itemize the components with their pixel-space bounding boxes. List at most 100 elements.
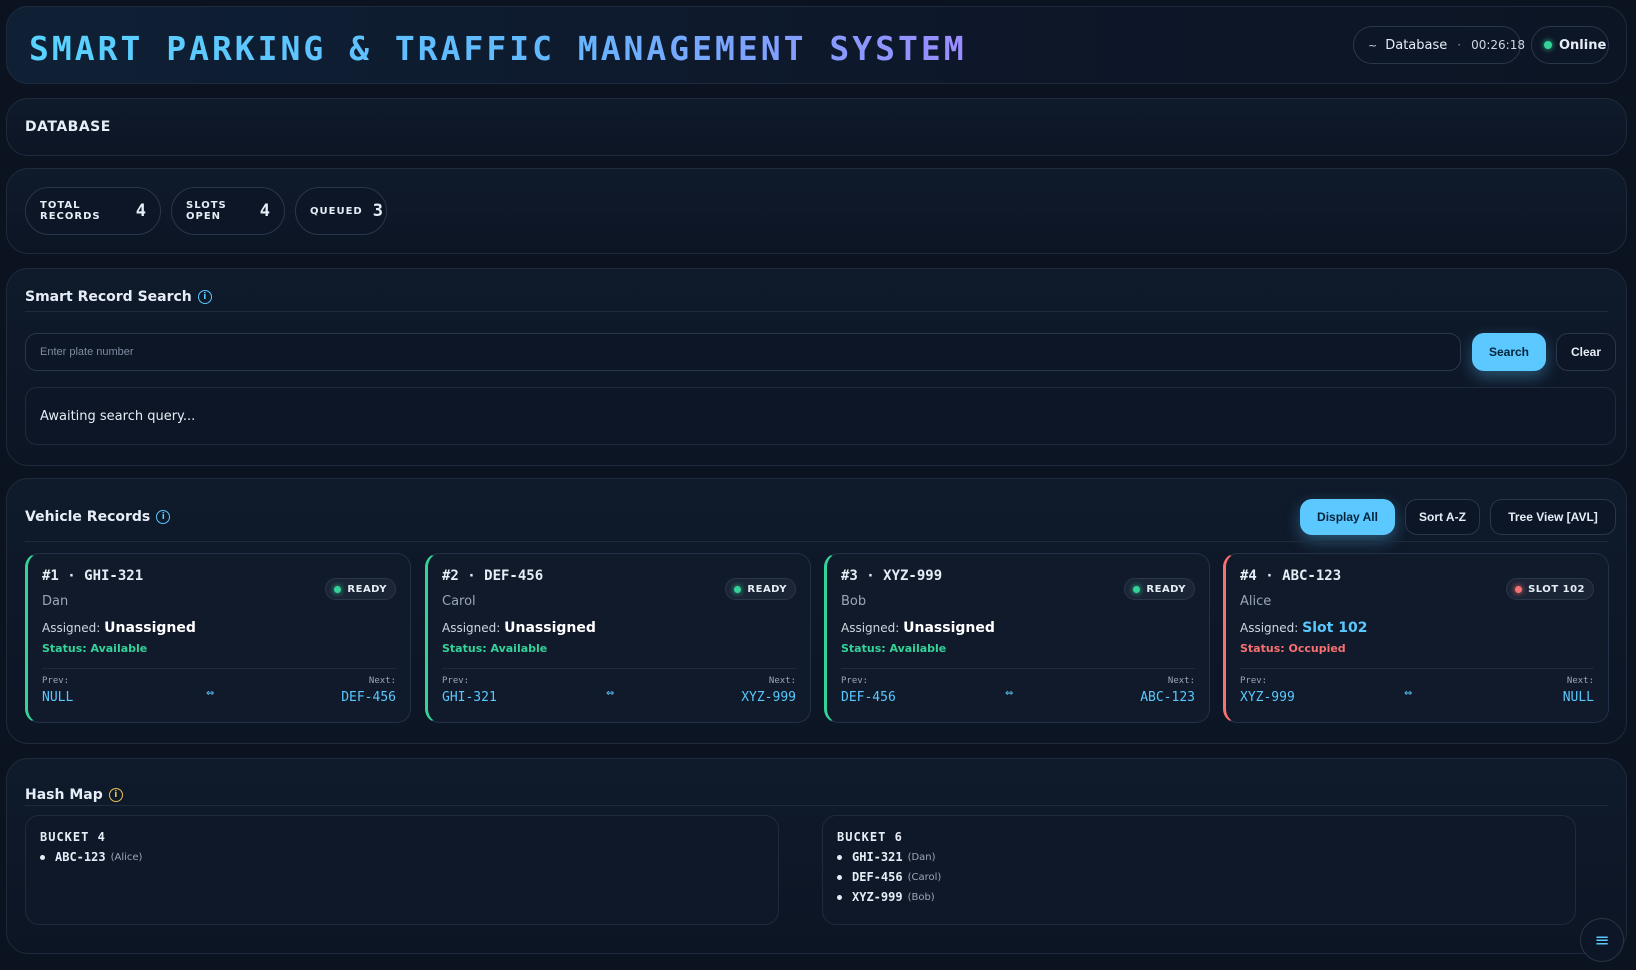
bucket-item: ABC-123 (Alice) [40, 850, 764, 864]
owner-name: Dan [42, 594, 69, 609]
database-pill[interactable]: ~ Database · 00:26:18 [1353, 26, 1525, 64]
bucket-item: DEF-456 (Carol) [837, 870, 1561, 884]
database-panel: DATABASE [6, 98, 1627, 156]
assigned-info: Assigned: Slot 102 [1240, 620, 1367, 636]
stat-label: QUEUED [310, 205, 363, 217]
prev-value: XYZ-999 [1240, 690, 1295, 705]
sort-button[interactable]: Sort A-Z [1405, 499, 1480, 535]
divider [25, 311, 1608, 312]
prev-value: DEF-456 [841, 690, 896, 705]
vehicle-card[interactable]: #2 · DEF-456 READY Carol Assigned: Unass… [425, 553, 811, 723]
online-status-pill: Online [1531, 26, 1609, 64]
assigned-label: Assigned: [841, 621, 900, 635]
record-id: #1 · GHI-321 [42, 568, 144, 584]
next-label: Next: [1167, 676, 1195, 686]
bucket-owner: (Carol) [907, 871, 942, 883]
ready-dot-icon [334, 585, 342, 593]
next-label: Next: [1566, 676, 1594, 686]
stats-panel: TOTAL RECORDS 4 SLOTS OPEN 4 QUEUED 3 [6, 168, 1627, 254]
stat-label: SLOTS OPEN [186, 200, 227, 222]
info-icon[interactable]: i [197, 290, 212, 304]
badge-text: SLOT 102 [1528, 583, 1585, 595]
search-result: Awaiting search query... [25, 387, 1616, 445]
clock-time: 00:26:18 [1471, 38, 1525, 52]
next-label: Next: [768, 676, 796, 686]
assigned-value: Unassigned [504, 620, 596, 636]
tree-view-button[interactable]: Tree View [AVL] [1490, 499, 1616, 535]
bucket-owner: (Bob) [907, 891, 935, 903]
search-title: Smart Record Search i [25, 289, 212, 305]
status-text: Status: Available [841, 642, 947, 655]
bucket-plate: ABC-123 [55, 850, 106, 864]
assigned-value: Slot 102 [1302, 620, 1368, 636]
next-value: DEF-456 [341, 690, 396, 705]
stat-label: TOTAL RECORDS [40, 200, 101, 222]
hash-bucket: BUCKET 4 ABC-123 (Alice) [25, 815, 779, 925]
bucket-plate: XYZ-999 [852, 890, 903, 904]
badge-text: READY [747, 583, 787, 595]
search-panel: Smart Record Search i Search Clear Await… [6, 268, 1627, 466]
bullet-icon [837, 874, 842, 880]
vehicle-card[interactable]: #4 · ABC-123 SLOT 102 Alice Assigned: Sl… [1223, 553, 1609, 723]
prev-label: Prev: [841, 676, 869, 686]
app-header: SMART PARKING & TRAFFIC MANAGEMENT SYSTE… [6, 6, 1627, 84]
menu-icon[interactable]: ≡ [1580, 918, 1624, 962]
display-all-button[interactable]: Display All [1300, 499, 1395, 535]
plate-search-input[interactable] [25, 333, 1461, 371]
divider [841, 668, 1195, 669]
hash-map-title: Hash Map i [25, 787, 123, 803]
divider [25, 541, 1608, 542]
assigned-value: Unassigned [903, 620, 995, 636]
prev-value: NULL [42, 690, 74, 705]
owner-name: Carol [442, 594, 476, 609]
search-result-text: Awaiting search query... [40, 408, 196, 424]
stat-slots-open: SLOTS OPEN 4 [171, 187, 285, 235]
search-button[interactable]: Search [1472, 333, 1546, 371]
divider [25, 805, 1608, 806]
prev-value: GHI-321 [442, 690, 497, 705]
app-title: SMART PARKING & TRAFFIC MANAGEMENT SYSTE… [29, 29, 967, 68]
search-title-text: Smart Record Search [25, 289, 192, 305]
assigned-label: Assigned: [1240, 621, 1299, 635]
status-badge: READY [325, 578, 396, 600]
next-value: XYZ-999 [741, 690, 796, 705]
link-arrow-icon: ⇔ [606, 688, 615, 699]
info-icon[interactable]: i [156, 510, 171, 524]
separator: · [1457, 38, 1462, 52]
section-label: DATABASE [25, 119, 111, 135]
divider [1240, 668, 1594, 669]
record-id: #4 · ABC-123 [1240, 568, 1342, 584]
stat-total-records: TOTAL RECORDS 4 [25, 187, 161, 235]
link-arrow-icon: ⇔ [1005, 688, 1014, 699]
status-text: Status: Available [442, 642, 548, 655]
next-label: Next: [368, 676, 396, 686]
assigned-value: Unassigned [104, 620, 196, 636]
bucket-title: BUCKET 4 [40, 830, 106, 844]
bucket-plate: GHI-321 [852, 850, 903, 864]
prev-label: Prev: [1240, 676, 1268, 686]
badge-text: READY [1146, 583, 1186, 595]
status-text: Status: Occupied [1240, 642, 1346, 655]
link-arrow-icon: ⇔ [1404, 688, 1413, 699]
divider [42, 668, 396, 669]
vehicle-card[interactable]: #1 · GHI-321 READY Dan Assigned: Unassig… [25, 553, 411, 723]
info-icon[interactable]: i [108, 788, 123, 802]
owner-name: Alice [1240, 594, 1272, 609]
bullet-icon [837, 854, 842, 860]
stat-queued: QUEUED 3 [295, 187, 387, 235]
clear-button[interactable]: Clear [1556, 333, 1616, 371]
assigned-info: Assigned: Unassigned [42, 620, 196, 636]
prev-label: Prev: [42, 676, 70, 686]
bucket-item: GHI-321 (Dan) [837, 850, 1561, 864]
status-badge: READY [725, 578, 796, 600]
bullet-icon [40, 854, 45, 860]
ready-dot-icon [734, 585, 742, 593]
online-status: Online [1559, 37, 1607, 53]
vehicle-card[interactable]: #3 · XYZ-999 READY Bob Assigned: Unassig… [824, 553, 1210, 723]
divider [442, 668, 796, 669]
records-title: Vehicle Records i [25, 509, 171, 525]
records-title-text: Vehicle Records [25, 509, 151, 525]
bucket-owner: (Alice) [110, 851, 143, 863]
bullet-icon [837, 894, 842, 900]
hash-map-title-text: Hash Map [25, 787, 103, 803]
